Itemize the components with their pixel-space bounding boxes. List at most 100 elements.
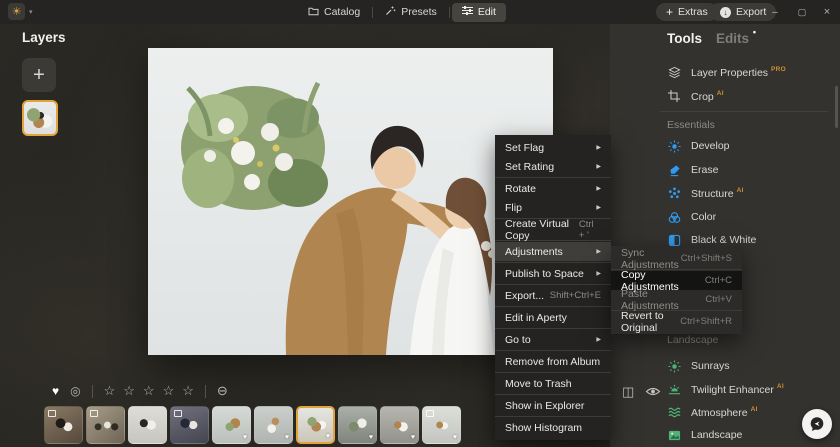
menu-item-show-histogram[interactable]: Show Histogram [495,418,611,437]
menu-divider [495,328,611,329]
layers-panel-title: Layers [22,30,66,45]
menu-item-set-rating[interactable]: Set Rating▶ [495,157,611,176]
menu-item-rotate[interactable]: Rotate▶ [495,179,611,198]
star-5-icon[interactable]: ☆ [182,383,194,399]
menu-divider [495,350,611,351]
wand-icon [385,5,396,19]
filmstrip-thumb-1[interactable] [44,406,83,444]
sliders-icon [462,6,473,18]
submenu-arrow-icon: ▶ [596,204,601,211]
structure-icon [667,187,681,200]
filmstrip: ♥ ♥ ♥ ♥ ♥ ♥ [44,406,461,444]
menu-divider [495,394,611,395]
submenu-arrow-icon: ▶ [596,185,601,192]
scrollbar-thumb[interactable] [835,86,838,128]
menu-item-flip[interactable]: Flip▶ [495,198,611,217]
menu-item-remove-from-album[interactable]: Remove from Album [495,352,611,371]
menu-item-set-flag[interactable]: Set Flag▶ [495,138,611,157]
tool-color[interactable]: Color [667,207,832,227]
menu-divider [495,284,611,285]
heart-icon: ♥ [411,434,415,441]
tool-develop[interactable]: Develop [667,136,832,156]
tab-edit[interactable]: Edit [452,3,506,22]
menu-item-edit-in-aperty[interactable]: Edit in Aperty [495,308,611,327]
flag-picked-icon[interactable]: ◎ [70,384,80,398]
filmstrip-thumb-2[interactable] [86,406,125,444]
menu-divider [495,416,611,417]
menu-item-publish-to-space[interactable]: Publish to Space▶ [495,264,611,283]
pro-badge: PRO [771,66,786,73]
star-2-icon[interactable]: ☆ [123,383,135,399]
submenu-arrow-icon: ▶ [596,163,601,170]
extras-button[interactable]: + Extras [656,3,718,21]
minimize-button[interactable]: – [762,0,788,24]
star-3-icon[interactable]: ☆ [143,383,155,399]
menu-divider [495,262,611,263]
wedding-photo-illustration [148,48,553,355]
tool-structure[interactable]: StructureAI [667,183,832,203]
help-chat-button[interactable] [802,409,832,439]
submenu-arrow-icon: ▶ [596,270,601,277]
filmstrip-thumb-8[interactable]: ♥ [338,406,377,444]
submenu-item-paste-adjustments[interactable]: Paste AdjustmentsCtrl+V [611,290,742,309]
reject-flag-icon[interactable]: ⊖ [217,383,228,399]
filmstrip-thumb-6[interactable]: ♥ [254,406,293,444]
layer-thumbnail-selected[interactable] [22,100,58,136]
divider [449,7,450,18]
divider [205,385,206,398]
tab-edits[interactable]: Edits• [716,31,749,46]
black-white-icon [667,234,681,247]
menu-item-go-to[interactable]: Go to▶ [495,330,611,349]
edited-badge-icon [174,410,182,417]
develop-sun-icon [667,140,681,153]
eye-visibility-icon[interactable] [645,385,661,400]
tab-catalog[interactable]: Catalog [298,3,370,22]
filmstrip-thumb-9[interactable]: ♥ [380,406,419,444]
compare-before-after-icon[interactable]: ◫ [622,384,634,400]
star-4-icon[interactable]: ☆ [163,383,175,399]
menu-item-move-to-trash[interactable]: Move to Trash [495,374,611,393]
tool-crop[interactable]: CropAI [667,86,832,106]
menu-item-export[interactable]: Export...Shift+Ctrl+E [495,286,611,305]
luminar-logo-icon: ☀ [8,3,25,20]
twilight-sun-icon [667,383,681,396]
menu-item-show-in-explorer[interactable]: Show in Explorer [495,396,611,415]
tool-sunrays[interactable]: Sunrays [667,356,832,376]
star-1-icon[interactable]: ☆ [104,383,116,399]
adjustments-submenu: Sync AdjustmentsCtrl+Shift+S Copy Adjust… [611,246,742,334]
tool-twilight-enhancer[interactable]: Twilight EnhancerAI [667,379,832,399]
submenu-arrow-icon: ▶ [596,336,601,343]
maximize-button[interactable]: ▢ [789,0,815,24]
context-menu: Set Flag▶ Set Rating▶ Rotate▶ Flip▶ Crea… [495,135,611,440]
tab-presets[interactable]: Presets [375,3,447,22]
add-layer-button[interactable]: + [22,58,56,92]
ai-badge: AI [777,383,784,390]
favorite-heart-icon[interactable]: ♥ [52,384,59,398]
filmstrip-thumb-10[interactable]: ♥ [422,406,461,444]
filmstrip-thumb-7-selected[interactable]: ♥ [296,406,335,444]
canvas-image[interactable] [148,48,553,355]
ai-badge: AI [751,406,758,413]
shortcut-label: Ctrl+C [705,275,732,286]
app-menu-button[interactable]: ☀ ▾ [8,3,33,20]
close-button[interactable]: × [814,0,840,24]
submenu-item-revert-to-original[interactable]: Revert to OriginalCtrl+Shift+R [611,312,742,331]
landscape-image-icon [667,429,681,442]
menu-item-adjustments[interactable]: Adjustments▶ [495,242,611,261]
filmstrip-thumb-3[interactable] [128,406,167,444]
atmosphere-waves-icon [667,406,681,419]
layers-icon [667,66,681,79]
view-toggles: ◫ [622,384,661,400]
edited-badge-icon [48,410,56,417]
tool-erase[interactable]: Erase [667,160,832,180]
submenu-item-sync-adjustments[interactable]: Sync AdjustmentsCtrl+Shift+S [611,249,742,268]
edited-badge-icon [90,410,98,417]
divider [92,385,93,398]
heart-icon: ♥ [453,434,457,441]
filmstrip-thumb-5[interactable]: ♥ [212,406,251,444]
menu-item-create-virtual-copy[interactable]: Create Virtual CopyCtrl + ' [495,220,611,239]
filmstrip-thumb-4[interactable] [170,406,209,444]
tool-layer-properties[interactable]: Layer PropertiesPRO [667,62,832,82]
tab-tools[interactable]: Tools [667,31,702,46]
tools-panel: Tools Edits• Layer PropertiesPRO CropAI … [610,24,840,447]
